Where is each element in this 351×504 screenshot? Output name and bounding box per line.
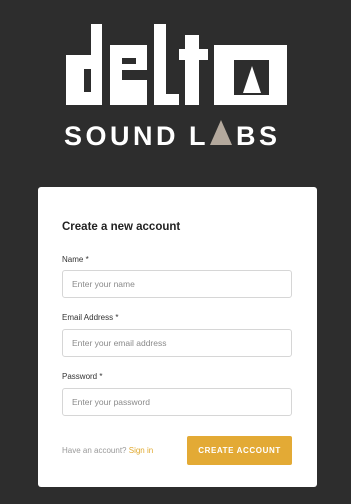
triangle-a-icon xyxy=(210,120,232,145)
password-input[interactable] xyxy=(62,388,292,416)
signin-link[interactable]: Sign in xyxy=(129,446,153,455)
form-title: Create a new account xyxy=(62,221,181,233)
delta-sound-labs-logo: SOUND L BS xyxy=(0,0,351,170)
svg-text:L: L xyxy=(189,121,206,151)
sound-labs-tagline: SOUND L BS xyxy=(64,120,281,151)
email-input[interactable] xyxy=(62,329,292,357)
name-label: Name * xyxy=(62,255,89,264)
password-label: Password * xyxy=(62,372,103,381)
svg-text:SOUND: SOUND xyxy=(64,121,179,151)
create-account-card: Create a new account Name * Email Addres… xyxy=(38,187,317,487)
signin-prompt-text: Have an account? xyxy=(62,446,127,455)
delta-wordmark xyxy=(66,24,287,105)
email-label: Email Address * xyxy=(62,313,119,322)
signin-prompt: Have an account? Sign in xyxy=(62,446,153,455)
create-account-button[interactable]: CREATE ACCOUNT xyxy=(187,436,292,465)
svg-text:BS: BS xyxy=(236,121,281,151)
name-input[interactable] xyxy=(62,270,292,298)
